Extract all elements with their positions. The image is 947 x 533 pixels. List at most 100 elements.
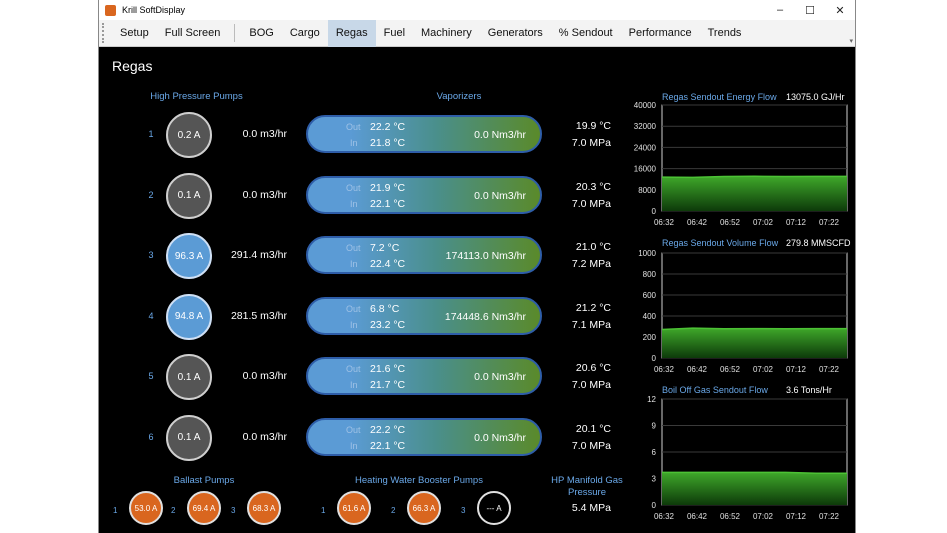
pump-index: 4 bbox=[148, 310, 154, 321]
outlet-temp: 20.3 °C bbox=[575, 180, 611, 193]
y-tick-label: 600 bbox=[643, 291, 657, 300]
tab-sendout[interactable]: % Sendout bbox=[551, 20, 621, 47]
x-tick-label: 06:42 bbox=[687, 365, 708, 374]
hwbp-pump-current: 66.3 A bbox=[412, 503, 436, 513]
outlet-pressure: 7.0 MPa bbox=[571, 439, 611, 452]
trend-chart: 0 3 6 9 12 06:32 06:42 06:52 07:02 07:12 07:22 bbox=[647, 395, 848, 521]
vaporizer-out-temp: 6.8 °C bbox=[370, 302, 400, 315]
x-tick-label: 07:22 bbox=[819, 365, 840, 374]
outlet-temp: 21.0 °C bbox=[575, 241, 611, 253]
vaporizer-out-label: Out bbox=[346, 182, 361, 193]
vaporizer-in-label: In bbox=[350, 440, 358, 451]
menu-overflow-icon[interactable]: ▾ bbox=[849, 37, 853, 45]
x-tick-label: 06:42 bbox=[687, 218, 708, 227]
y-tick-label: 0 bbox=[652, 354, 657, 363]
outlet-temp: 21.2 °C bbox=[575, 301, 611, 314]
ballast-pump-2[interactable]: 69.4 A bbox=[187, 491, 221, 525]
outlet-pressure: 7.0 MPa bbox=[571, 379, 611, 391]
app-icon bbox=[105, 4, 116, 16]
hwbp-pump-2[interactable]: 66.3 A bbox=[407, 491, 441, 525]
pump-flow: 281.5 m3/hr bbox=[230, 309, 287, 322]
hwbp-pump-3[interactable]: --- A bbox=[477, 491, 511, 525]
tab-bog[interactable]: BOG bbox=[241, 20, 281, 47]
pump-flow: 0.0 m3/hr bbox=[242, 128, 287, 140]
tab-generators[interactable]: Generators bbox=[480, 20, 551, 47]
y-tick-label: 200 bbox=[643, 333, 657, 342]
vaporizer-1[interactable]: Out 22.2 °C In 21.8 °C 0.0 Nm3/hr bbox=[306, 115, 542, 153]
vaporizer-4[interactable]: Out 6.8 °C In 23.2 °C 174448.6 Nm3/hr bbox=[306, 296, 542, 335]
trend-chart: 0 8000 16000 24000 32000 40000 06:32 06:42 06:52… bbox=[634, 101, 848, 227]
tab-machinery[interactable]: Machinery bbox=[413, 20, 480, 47]
x-tick-label: 07:22 bbox=[819, 512, 840, 521]
close-button[interactable]: ✕ bbox=[825, 0, 855, 20]
y-tick-label: 40000 bbox=[634, 101, 657, 110]
tab-trends[interactable]: Trends bbox=[700, 20, 750, 47]
tab-fuel[interactable]: Fuel bbox=[376, 20, 413, 47]
y-tick-label: 8000 bbox=[638, 186, 656, 195]
y-tick-label: 400 bbox=[643, 312, 657, 321]
vaporizer-in-temp: 23.2 °C bbox=[370, 318, 406, 331]
ballast-pump-3[interactable]: 68.3 A bbox=[247, 491, 281, 525]
trend-area bbox=[662, 472, 847, 505]
y-tick-label: 0 bbox=[652, 207, 657, 216]
ballast-pump-index: 2 bbox=[171, 506, 176, 515]
vaporizer-5[interactable]: Out 21.6 °C In 21.7 °C 0.0 Nm3/hr bbox=[306, 357, 542, 395]
vaporizer-out-label: Out bbox=[346, 243, 361, 253]
vaporizer-out-temp: 22.2 °C bbox=[370, 121, 406, 133]
x-tick-label: 07:12 bbox=[786, 512, 807, 521]
window-title: Krill SoftDisplay bbox=[122, 5, 186, 15]
vaporizer-in-temp: 22.1 °C bbox=[370, 439, 406, 452]
x-tick-label: 06:52 bbox=[720, 365, 741, 374]
tab-cargo[interactable]: Cargo bbox=[282, 20, 328, 47]
vaporizer-out-temp: 22.2 °C bbox=[370, 423, 406, 436]
vaporizer-in-label: In bbox=[350, 319, 358, 330]
y-tick-label: 1000 bbox=[638, 249, 656, 258]
outlet-pressure: 7.0 MPa bbox=[571, 137, 611, 149]
ballast-pumps-title: Ballast Pumps bbox=[173, 475, 235, 486]
x-tick-label: 07:22 bbox=[819, 218, 840, 227]
vaporizer-3[interactable]: Out 7.2 °C In 22.4 °C 174113.0 Nm3/hr bbox=[306, 236, 542, 274]
outlet-temp: 20.1 °C bbox=[575, 422, 611, 435]
x-tick-label: 07:12 bbox=[786, 365, 807, 374]
vaporizers-title: Vaporizers bbox=[436, 91, 482, 102]
maximize-button[interactable]: ☐ bbox=[795, 0, 825, 20]
x-tick-label: 06:52 bbox=[720, 512, 741, 521]
ballast-pump-index: 3 bbox=[231, 506, 236, 515]
y-tick-label: 800 bbox=[643, 270, 657, 279]
outlet-temp: 19.9 °C bbox=[575, 120, 611, 132]
vaporizer-in-label: In bbox=[350, 380, 358, 390]
vaporizer-in-label: In bbox=[350, 259, 358, 269]
toolbar-grip[interactable] bbox=[102, 23, 106, 43]
x-tick-label: 06:32 bbox=[654, 512, 675, 521]
vaporizer-flow: 0.0 Nm3/hr bbox=[474, 371, 526, 383]
y-tick-label: 12 bbox=[647, 395, 656, 404]
pump-index: 1 bbox=[148, 129, 154, 139]
tab-performance[interactable]: Performance bbox=[621, 20, 700, 47]
pump-flow: 0.0 m3/hr bbox=[242, 188, 287, 201]
x-tick-label: 07:02 bbox=[753, 218, 774, 227]
trend-area bbox=[662, 176, 847, 211]
vaporizer-out-temp: 21.6 °C bbox=[370, 363, 406, 375]
tab-regas[interactable]: Regas bbox=[327, 19, 376, 47]
menu-full-screen[interactable]: Full Screen bbox=[157, 20, 229, 47]
hwbp-pump-1[interactable]: 61.6 A bbox=[337, 491, 371, 525]
trend-area bbox=[662, 328, 847, 358]
hwbp-pump-index: 1 bbox=[321, 506, 326, 515]
ballast-pump-index: 1 bbox=[113, 506, 118, 515]
title-bar: Krill SoftDisplay – ☐ ✕ bbox=[99, 0, 855, 20]
pump-flow: 0.0 m3/hr bbox=[242, 430, 287, 443]
ballast-pump-1[interactable]: 53.0 A bbox=[129, 491, 163, 525]
outlet-temp: 20.6 °C bbox=[575, 362, 611, 374]
ballast-pump-current: 53.0 A bbox=[134, 503, 158, 513]
menu-setup[interactable]: Setup bbox=[112, 20, 157, 47]
pump-index: 6 bbox=[148, 431, 154, 442]
vaporizer-2[interactable]: Out 21.9 °C In 22.1 °C 0.0 Nm3/hr bbox=[306, 175, 542, 214]
vaporizer-in-label: In bbox=[350, 198, 358, 209]
vaporizer-flow: 174448.6 Nm3/hr bbox=[444, 310, 526, 323]
x-tick-label: 07:12 bbox=[786, 218, 807, 227]
vaporizer-in-label: In bbox=[350, 138, 358, 148]
vaporizer-out-label: Out bbox=[346, 303, 361, 314]
pump-index: 2 bbox=[148, 189, 154, 200]
vaporizer-6[interactable]: Out 22.2 °C In 22.1 °C 0.0 Nm3/hr bbox=[306, 417, 542, 456]
minimize-button[interactable]: – bbox=[765, 0, 795, 20]
